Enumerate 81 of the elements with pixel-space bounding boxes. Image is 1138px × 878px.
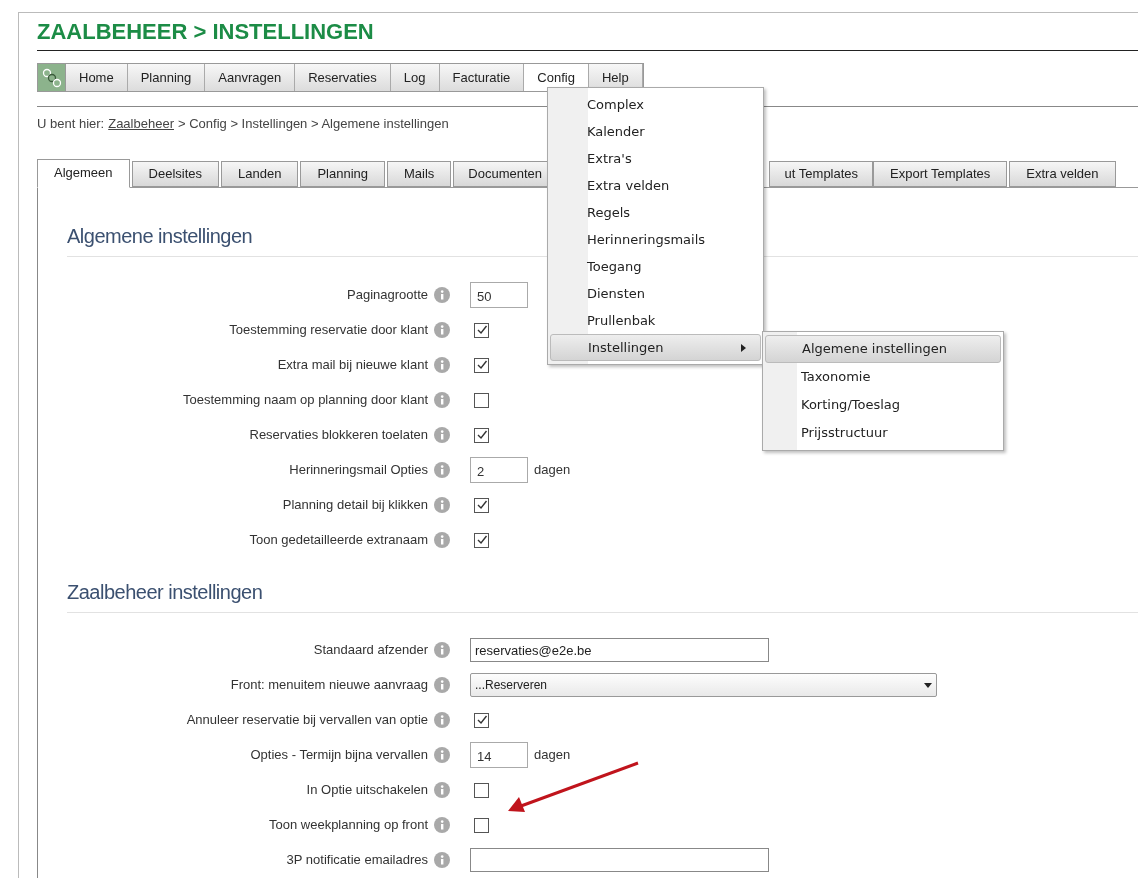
setting-label: 3P notificatie emailadres [285,851,428,870]
checkbox[interactable] [474,782,489,798]
tab[interactable]: Deelsites [131,160,219,187]
tab[interactable]: ut Templates [769,160,874,187]
nav-item[interactable]: Log [390,64,440,91]
tab[interactable]: Algemeen [37,158,130,188]
setting-label: Paginagrootte [346,286,428,305]
number-field[interactable]: 14 [470,742,528,768]
setting-label: Herinneringsmail Opties [288,461,428,480]
info-icon[interactable] [434,392,450,408]
text-field[interactable]: reservaties@e2e.be [470,638,769,662]
menu-item[interactable]: Korting/Toeslag [765,391,1001,419]
info-icon[interactable] [434,287,450,303]
checkbox[interactable] [474,497,489,513]
menu-item[interactable]: Instellingen [550,334,761,361]
info-icon[interactable] [434,852,450,868]
nav-item[interactable]: Aanvragen [205,64,296,91]
nav-item[interactable]: Home [66,64,128,91]
checkbox[interactable] [474,322,489,338]
setting-label: Opties - Termijn bijna vervallen [249,746,428,765]
info-icon[interactable] [434,677,450,693]
info-icon[interactable] [434,357,450,373]
number-field[interactable]: 50 [470,282,528,308]
menu-item[interactable]: Diensten [550,280,761,307]
info-icon[interactable] [434,427,450,443]
nav-item[interactable]: Config [524,64,589,91]
menu-item[interactable]: Taxonomie [765,363,1001,391]
checkbox[interactable] [474,392,489,408]
setting-label: Front: menuitem nieuwe aanvraag [229,676,428,695]
unit-label: dagen [534,461,571,480]
checkbox[interactable] [474,712,489,728]
page-title: ZAALBEHEER > INSTELLINGEN [37,19,374,45]
text-field[interactable] [470,848,769,872]
info-icon[interactable] [434,642,450,658]
tab[interactable]: Landen [221,160,299,187]
info-icon[interactable] [434,712,450,728]
menu-item[interactable]: Algemene instellingen [765,335,1001,363]
setting-label: Reservaties blokkeren toelaten [248,426,428,445]
menu-item[interactable]: Prullenbak [550,307,761,334]
info-icon[interactable] [434,322,450,338]
checkbox[interactable] [474,532,489,548]
number-field[interactable]: 2 [470,457,528,483]
section-heading: Algemene instellingen [67,223,253,248]
logo-icon[interactable] [38,64,66,91]
setting-label: Planning detail bij klikken [281,496,428,515]
setting-label: Standaard afzender [312,641,428,660]
setting-label: Toon gedetailleerde extranaam [248,531,428,550]
tab[interactable]: Planning [300,160,385,187]
breadcrumb: U bent hier: Zaalbeheer > Config > Instellingen > Algemene instellingen [37,114,449,134]
info-icon[interactable] [434,497,450,513]
unit-label: dagen [534,746,571,765]
nav-item[interactable]: Reservaties [295,64,391,91]
checkbox[interactable] [474,357,489,373]
menu-item[interactable]: Herinneringsmails [550,226,761,253]
setting-label: Annuleer reservatie bij vervallen van optie [185,711,428,730]
setting-label: In Optie uitschakelen [305,781,428,800]
setting-label: Extra mail bij nieuwe klant [276,356,428,375]
info-icon[interactable] [434,532,450,548]
tab[interactable]: Extra velden [1009,160,1116,187]
menu-item[interactable]: Toegang [550,253,761,280]
info-icon[interactable] [434,747,450,763]
menu-item[interactable]: Kalender [550,118,761,145]
menu-item[interactable]: Prijsstructuur [765,419,1001,447]
dropdown-caret-icon [924,682,932,688]
select-field[interactable]: ...Reserveren [470,673,937,697]
info-icon[interactable] [434,817,450,833]
tab[interactable]: Mails [387,160,452,187]
setting-label: Toestemming reservatie door klant [228,321,428,340]
checkbox[interactable] [474,427,489,443]
submenu-arrow-icon [741,343,746,352]
setting-label: Toestemming naam op planning door klant [182,391,428,410]
tab[interactable]: Export Templates [873,160,1008,187]
menu-item[interactable]: Regels [550,199,761,226]
section-heading: Zaalbeheer instellingen [67,579,263,604]
nav-item[interactable]: Planning [127,64,206,91]
info-icon[interactable] [434,462,450,478]
breadcrumb-link[interactable]: Zaalbeheer [108,114,174,134]
checkbox[interactable] [474,817,489,833]
menu-item[interactable]: Complex [550,91,761,118]
setting-label: Toon weekplanning op front [268,816,428,835]
info-icon[interactable] [434,782,450,798]
